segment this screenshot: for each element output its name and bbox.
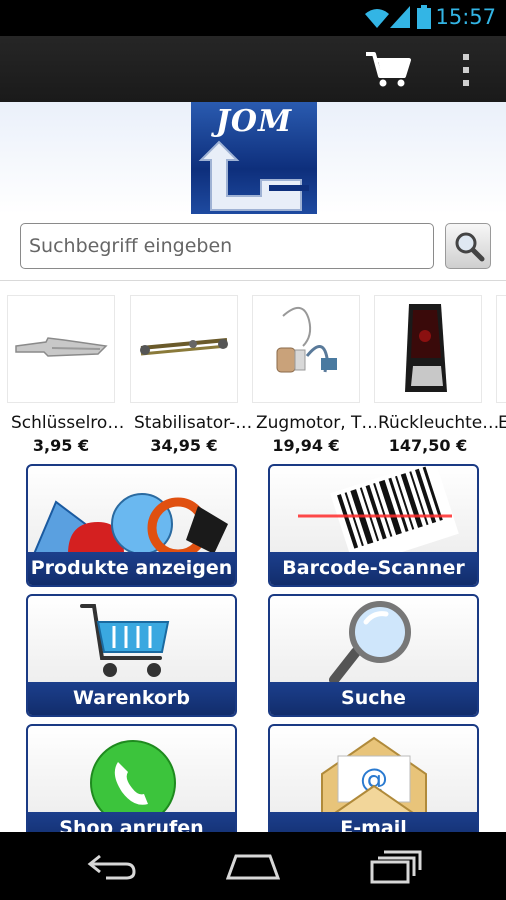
logo-text: JOM [215, 104, 293, 139]
tile-label: Suche [270, 682, 477, 715]
clock: 15:57 [435, 5, 496, 29]
actuator-motor-icon [276, 307, 337, 373]
status-bar: 15:57 [0, 0, 506, 36]
search-row [0, 214, 506, 281]
product-card[interactable]: E [496, 295, 506, 436]
tile-label: Shop anrufen [28, 812, 235, 832]
back-icon[interactable] [86, 852, 138, 880]
recent-apps-icon[interactable] [370, 850, 422, 884]
battery-icon [417, 5, 431, 29]
product-card[interactable]: Schlüsselro… 3,95 € [7, 295, 124, 455]
products-icon [32, 493, 228, 556]
magnifier-icon [455, 232, 485, 262]
product-image [7, 295, 115, 403]
product-price: 19,94 € [272, 436, 340, 455]
signal-icon [390, 6, 410, 28]
tile-call-shop[interactable]: Shop anrufen [26, 724, 237, 832]
action-bar [0, 36, 506, 102]
brand-logo: JOM [191, 102, 317, 214]
home-icon[interactable] [226, 850, 280, 882]
product-carousel[interactable]: Schlüsselro… 3,95 € Stabilisator-… 34,95… [0, 281, 506, 456]
search-button[interactable] [445, 223, 491, 269]
product-price: 3,95 € [32, 436, 90, 455]
tile-search[interactable]: Suche [268, 594, 479, 717]
product-price: 147,50 € [388, 436, 468, 455]
tile-label: Warenkorb [28, 682, 235, 715]
product-price: 34,95 € [150, 436, 218, 455]
product-name: Schlüsselro… [11, 413, 125, 433]
product-name: Zugmotor, T… [256, 413, 376, 433]
key-blank-icon [15, 337, 108, 357]
product-name: Rückleuchte… [378, 413, 498, 433]
shopping-cart-icon [80, 604, 170, 677]
logo-arrow-icon [198, 140, 309, 211]
tile-label: Produkte anzeigen [28, 552, 235, 585]
overflow-menu-icon[interactable] [460, 54, 472, 86]
tile-products[interactable]: Produkte anzeigen [26, 464, 237, 587]
barcode-icon [298, 466, 459, 556]
menu-tiles: Produkte anzeigen Barcode-Scanner Warenk… [0, 456, 506, 832]
navigation-bar [0, 832, 506, 900]
cart-icon[interactable] [364, 50, 412, 88]
tile-cart[interactable]: Warenkorb [26, 594, 237, 717]
product-name: Stabilisator-… [134, 413, 253, 433]
tile-label: E-mail [270, 812, 477, 832]
tile-label: Barcode-Scanner [270, 552, 477, 585]
product-image [374, 295, 482, 403]
tile-email[interactable]: @ E-mail [268, 724, 479, 832]
wifi-icon [365, 9, 389, 28]
search-input[interactable] [20, 223, 434, 269]
magnifier-icon [329, 601, 411, 685]
product-name: E [498, 413, 506, 433]
product-card[interactable]: Zugmotor, T… 19,94 € [252, 295, 376, 455]
product-image [252, 295, 360, 403]
product-image [496, 295, 506, 403]
product-card[interactable]: Stabilisator-… 34,95 € [130, 295, 252, 455]
tile-barcode-scanner[interactable]: Barcode-Scanner [268, 464, 479, 587]
product-image [130, 295, 238, 403]
tail-light-icon [405, 304, 447, 392]
mail-icon: @ [321, 736, 427, 823]
stabilizer-link-icon [140, 338, 228, 356]
product-card[interactable]: Rückleuchte… 147,50 € [374, 295, 498, 455]
logo-banner: JOM [0, 102, 506, 214]
